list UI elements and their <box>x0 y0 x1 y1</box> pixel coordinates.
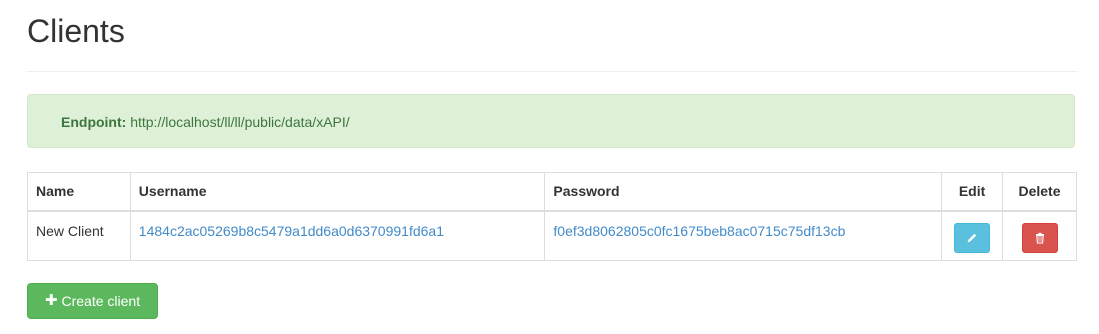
table-header-row: Name Username Password Edit Delete <box>27 172 1077 212</box>
column-header-password: Password <box>544 172 943 212</box>
trash-icon <box>1035 232 1044 244</box>
client-password-cell: f0ef3d8062805c0fc1675beb8ac0715c75df13cb <box>544 210 943 261</box>
client-username-cell: 1484c2ac05269b8c5479a1dd6a0d6370991fd6a1 <box>129 210 546 261</box>
table-row: New Client 1484c2ac05269b8c5479a1dd6a0d6… <box>27 210 1077 261</box>
endpoint-text: Endpoint: http://localhost/ll/ll/public/… <box>61 114 350 130</box>
column-header-edit: Edit <box>941 172 1004 212</box>
create-client-label: Create client <box>61 293 141 309</box>
column-header-username: Username <box>129 172 546 212</box>
client-password-link[interactable]: f0ef3d8062805c0fc1675beb8ac0715c75df13cb <box>553 223 845 239</box>
endpoint-value: http://localhost/ll/ll/public/data/xAPI/ <box>130 114 350 130</box>
endpoint-alert: Endpoint: http://localhost/ll/ll/public/… <box>27 94 1075 148</box>
edit-cell <box>941 210 1004 261</box>
delete-cell <box>1002 210 1077 261</box>
column-header-name: Name <box>27 172 131 212</box>
create-client-button[interactable]: ✚ Create client <box>27 283 158 319</box>
column-header-delete: Delete <box>1002 172 1077 212</box>
edit-client-button[interactable] <box>954 222 991 253</box>
clients-table: Name Username Password Edit Delete New C… <box>27 172 1077 261</box>
pencil-icon <box>967 233 977 242</box>
plus-icon: ✚ <box>44 292 58 309</box>
client-name-cell: New Client <box>27 210 131 261</box>
page-title: Clients <box>27 13 125 49</box>
page-header: Clients <box>27 0 1077 72</box>
client-username-link[interactable]: 1484c2ac05269b8c5479a1dd6a0d6370991fd6a1 <box>139 223 444 239</box>
delete-client-button[interactable] <box>1021 222 1058 253</box>
endpoint-label: Endpoint: <box>61 114 127 130</box>
